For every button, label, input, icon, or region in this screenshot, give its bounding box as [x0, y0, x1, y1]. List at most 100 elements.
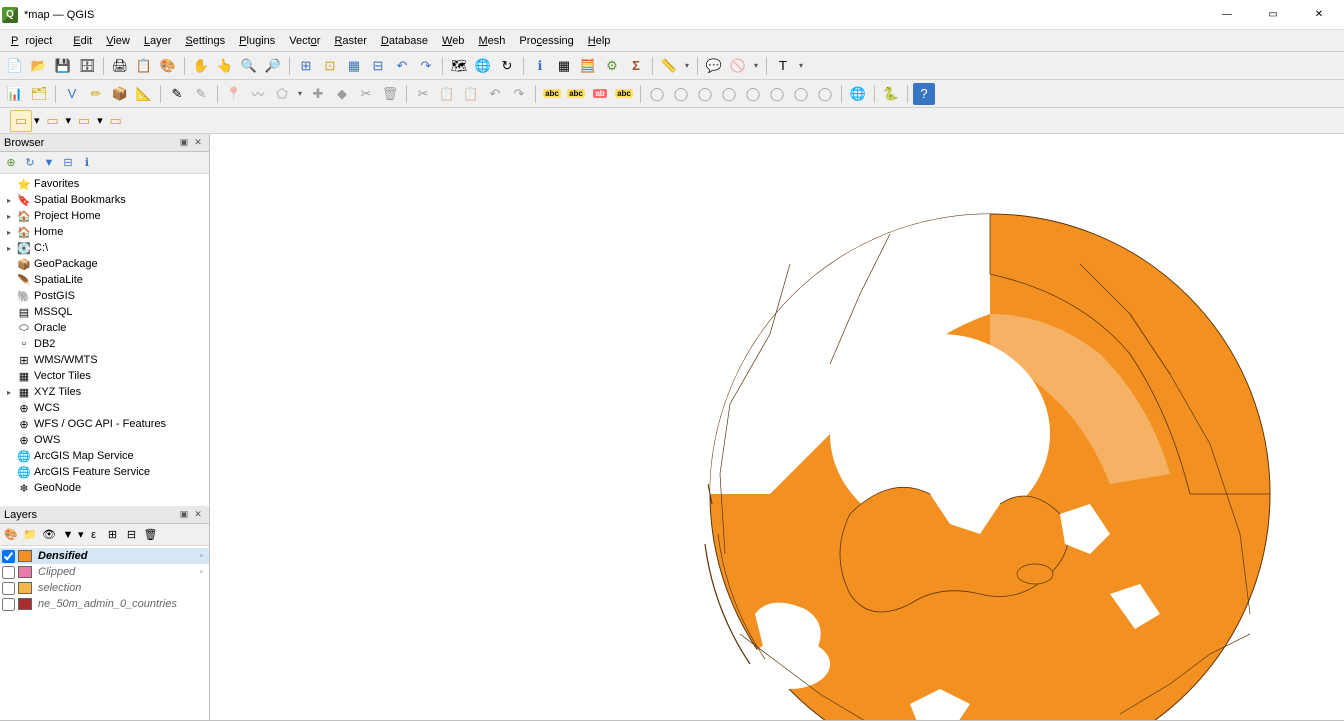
close-button[interactable]: ✕ [1296, 0, 1342, 30]
expand-icon[interactable]: ▸ [4, 228, 14, 237]
new-shapefile-button[interactable]: V [61, 83, 83, 105]
filter-icon[interactable]: ▼ [40, 154, 58, 172]
label-abc4-button[interactable]: abc [613, 83, 635, 105]
refresh-button[interactable]: ↻ [496, 55, 518, 77]
layers-tree[interactable]: Densified▫Clipped▫selectionne_50m_admin_… [0, 546, 209, 720]
layer-style-icon[interactable]: 🎨 [2, 526, 20, 544]
save-project-button[interactable]: 💾 [52, 55, 74, 77]
menu-mesh[interactable]: Mesh [471, 33, 512, 49]
menu-help[interactable]: Help [581, 33, 618, 49]
add-raster-button[interactable]: 🗂 [28, 83, 50, 105]
edit-pencil-button[interactable]: ✏ [85, 83, 107, 105]
layer-visibility-checkbox[interactable] [2, 550, 15, 563]
add-vector-button[interactable]: 📊 [4, 83, 26, 105]
close-panel-icon[interactable]: ✕ [191, 508, 205, 522]
label-abc1-button[interactable]: abc [541, 83, 563, 105]
text-annotation-button[interactable]: T [772, 55, 794, 77]
save-as-button[interactable]: 🗄 [76, 55, 98, 77]
layer-item[interactable]: selection [0, 580, 209, 596]
add-group-icon[interactable]: 📁 [21, 526, 39, 544]
menu-database[interactable]: Database [374, 33, 435, 49]
open-project-button[interactable]: 📂 [28, 55, 50, 77]
browser-item[interactable]: ❄GeoNode [0, 480, 209, 496]
browser-item[interactable]: ▸🔖Spatial Bookmarks [0, 192, 209, 208]
browser-panel-header[interactable]: Browser ▣ ✕ [0, 134, 209, 152]
remove-icon[interactable]: 🗑 [142, 526, 160, 544]
pan-selection-button[interactable]: 👆 [214, 55, 236, 77]
layers-panel-header[interactable]: Layers ▣ ✕ [0, 506, 209, 524]
layer-visibility-checkbox[interactable] [2, 566, 15, 579]
browser-item[interactable]: 🌐ArcGIS Feature Service [0, 464, 209, 480]
deselect-button[interactable]: ▭ [73, 110, 95, 132]
metasearch-button[interactable]: 🌐 [847, 83, 869, 105]
menu-layer[interactable]: Layer [137, 33, 179, 49]
zoom-out-button[interactable]: 🔎 [262, 55, 284, 77]
help-button[interactable]: ? [913, 83, 935, 105]
select-features-button[interactable]: ▭ [10, 110, 32, 132]
stats-button[interactable]: Σ [625, 55, 647, 77]
select-value-button[interactable]: ▭ [42, 110, 64, 132]
layer-visibility-checkbox[interactable] [2, 598, 15, 611]
zoom-next-button[interactable]: ↷ [415, 55, 437, 77]
toolbox-button[interactable]: ⚙ [601, 55, 623, 77]
layer-item[interactable]: Densified▫ [0, 548, 209, 564]
new-geopackage-button[interactable]: 📦 [109, 83, 131, 105]
layer-visibility-checkbox[interactable] [2, 582, 15, 595]
browser-item[interactable]: ▸🏠Project Home [0, 208, 209, 224]
undock-icon[interactable]: ▣ [177, 508, 191, 522]
browser-item[interactable]: ⊕WCS [0, 400, 209, 416]
identify-button[interactable]: ℹ [529, 55, 551, 77]
add-layer-icon[interactable]: ⊕ [2, 154, 20, 172]
layer-item[interactable]: Clipped▫ [0, 564, 209, 580]
label-abc3-button[interactable]: ab [589, 83, 611, 105]
menu-web[interactable]: Web [435, 33, 471, 49]
menu-project[interactable]: Project [4, 33, 66, 49]
browser-item[interactable]: ⊕WFS / OGC API - Features [0, 416, 209, 432]
measure-button[interactable]: 📏 [658, 55, 680, 77]
label-abc2-button[interactable]: abc [565, 83, 587, 105]
zoom-selection-button[interactable]: ⊡ [319, 55, 341, 77]
refresh-icon[interactable]: ↻ [21, 154, 39, 172]
expand-icon[interactable]: ⊞ [104, 526, 122, 544]
browser-item[interactable]: 🌐ArcGIS Map Service [0, 448, 209, 464]
undock-icon[interactable]: ▣ [177, 136, 191, 150]
properties-icon[interactable]: ℹ [78, 154, 96, 172]
expression-icon[interactable]: ε [85, 526, 103, 544]
menu-raster[interactable]: Raster [327, 33, 373, 49]
browser-item[interactable]: ▦Vector Tiles [0, 368, 209, 384]
zoom-in-button[interactable]: 🔍 [238, 55, 260, 77]
browser-item[interactable]: ▸🏠Home [0, 224, 209, 240]
layout-manager-button[interactable]: 🖨 [109, 55, 131, 77]
browser-item[interactable]: ⬭Oracle [0, 320, 209, 336]
expand-icon[interactable]: ▸ [4, 196, 14, 205]
attribute-table-button[interactable]: ▦ [553, 55, 575, 77]
expand-icon[interactable]: ▸ [4, 388, 14, 397]
menu-view[interactable]: View [99, 33, 137, 49]
map-canvas[interactable] [210, 134, 1344, 720]
new-map-view-button[interactable]: 🗺 [448, 55, 470, 77]
expand-icon[interactable]: ▸ [4, 244, 14, 253]
maximize-button[interactable]: ▭ [1250, 0, 1296, 30]
zoom-last-button[interactable]: ↶ [391, 55, 413, 77]
collapse-icon[interactable]: ⊟ [59, 154, 77, 172]
new-layout-button[interactable]: 📋 [133, 55, 155, 77]
new-3d-view-button[interactable]: 🌐 [472, 55, 494, 77]
close-panel-icon[interactable]: ✕ [191, 136, 205, 150]
style-manager-button[interactable]: 🎨 [157, 55, 179, 77]
filter-legend-icon[interactable]: ▼ [59, 526, 77, 544]
menu-edit[interactable]: Edit [66, 33, 99, 49]
browser-item[interactable]: ▫DB2 [0, 336, 209, 352]
browser-item[interactable]: 🪶SpatiaLite [0, 272, 209, 288]
select-all-button[interactable]: ▭ [105, 110, 127, 132]
browser-item[interactable]: ▤MSSQL [0, 304, 209, 320]
new-project-button[interactable]: 📄 [4, 55, 26, 77]
visibility-icon[interactable]: 👁 [40, 526, 58, 544]
pan-button[interactable]: ✋ [190, 55, 212, 77]
expand-icon[interactable]: ▸ [4, 212, 14, 221]
browser-item[interactable]: 🐘PostGIS [0, 288, 209, 304]
zoom-layer-button[interactable]: ▦ [343, 55, 365, 77]
zoom-native-button[interactable]: ⊟ [367, 55, 389, 77]
menu-plugins[interactable]: Plugins [232, 33, 282, 49]
browser-item[interactable]: ⊕OWS [0, 432, 209, 448]
minimize-button[interactable]: — [1204, 0, 1250, 30]
